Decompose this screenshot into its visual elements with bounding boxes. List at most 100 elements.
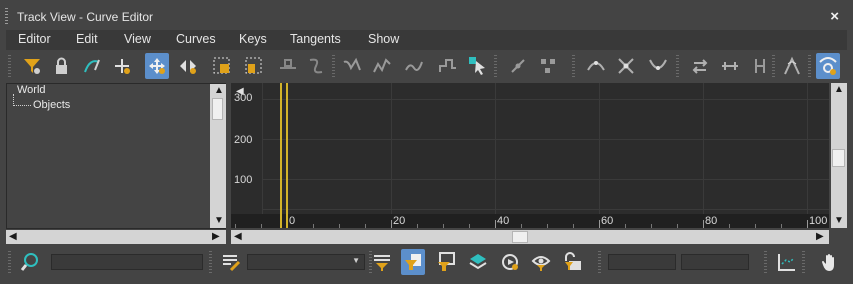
key-stats-icon [819, 57, 837, 75]
tree-horizontal-scrollbar[interactable]: ◀ ▶ [6, 230, 226, 244]
minor-tick [729, 224, 730, 228]
time-slider-current[interactable] [286, 83, 288, 228]
scroll-thumb[interactable] [832, 149, 845, 167]
time-slider-start[interactable] [280, 83, 282, 228]
minor-tick [755, 224, 756, 228]
scroll-left-arrow-icon[interactable]: ◀ [234, 232, 242, 242]
step-tangent-button[interactable] [436, 53, 460, 79]
scale-values-button[interactable] [242, 53, 266, 79]
unlocked-filter-button[interactable] [561, 249, 585, 275]
isolate-curve-button[interactable] [718, 53, 742, 79]
reduce-keys-button[interactable] [276, 53, 300, 79]
grid-line [599, 83, 600, 214]
y-tick-label: 200 [234, 134, 253, 146]
filter-selected-button[interactable] [370, 249, 394, 275]
scroll-left-arrow-icon[interactable]: ◀ [9, 232, 17, 242]
move-keys-button[interactable] [145, 53, 169, 79]
minor-tick [781, 224, 782, 228]
track-set-dropdown[interactable]: ▼ [247, 254, 365, 270]
graph-horizontal-scrollbar[interactable]: ◀ ▶ [231, 230, 829, 244]
out-of-range-icon [649, 59, 667, 70]
frame-field[interactable] [608, 254, 676, 270]
tree-connector [13, 105, 31, 106]
tree-vertical-scrollbar[interactable]: ▲ ▼ [210, 84, 226, 228]
lock-selection-icon [56, 57, 67, 74]
toolbar-separator [764, 251, 767, 273]
toolbar-separator [494, 55, 497, 77]
lock-selection-button[interactable] [50, 53, 74, 79]
scroll-down-arrow-icon[interactable]: ▼ [834, 216, 844, 226]
draw-curves-icon [84, 59, 100, 73]
isolate-curve-icon [722, 62, 738, 70]
menu-view[interactable]: View [124, 32, 151, 46]
drag-grip-icon[interactable] [5, 8, 8, 24]
visible-filter-button[interactable] [529, 249, 553, 275]
slide-keys-button[interactable] [176, 53, 200, 79]
move-keys-icon [149, 58, 165, 74]
grid-line [391, 83, 392, 214]
track-list-button[interactable] [219, 249, 243, 275]
value-field[interactable] [681, 254, 749, 270]
spline-tangent-button[interactable] [340, 53, 364, 79]
snap-frames-icon [692, 59, 708, 74]
graph-vertical-scrollbar[interactable]: ▲ ▼ [831, 83, 847, 228]
draw-curves-button[interactable] [80, 53, 104, 79]
show-tangents-button[interactable] [748, 53, 772, 79]
visible-filter-icon [531, 256, 551, 271]
key-stats-button[interactable] [816, 53, 840, 79]
tree-item-objects[interactable]: Objects [33, 99, 70, 111]
show-objects-button[interactable] [498, 249, 522, 275]
window-title: Track View - Curve Editor [17, 10, 154, 24]
scroll-thumb[interactable] [512, 231, 528, 243]
x-tick-label: 80 [705, 215, 718, 227]
minor-tick [677, 224, 678, 228]
zoom-search-button[interactable] [18, 249, 42, 275]
tree-item-world[interactable]: World [17, 84, 46, 96]
y-tick-label: 100 [234, 174, 253, 186]
scroll-up-arrow-icon[interactable]: ▲ [214, 86, 224, 96]
unify-tangents-button[interactable] [614, 53, 638, 79]
smooth-tangent-button[interactable] [536, 53, 560, 79]
grid-line [807, 83, 808, 214]
title-bar[interactable]: Track View - Curve Editor × [0, 0, 853, 32]
scroll-up-arrow-icon[interactable]: ▲ [834, 85, 844, 95]
layers-button[interactable] [466, 249, 490, 275]
break-tangents-button[interactable] [584, 53, 608, 79]
scale-keys-button[interactable] [210, 53, 234, 79]
scroll-thumb[interactable] [212, 98, 223, 120]
close-icon[interactable]: × [830, 8, 839, 25]
snap-frames-button[interactable] [688, 53, 712, 79]
menu-keys[interactable]: Keys [239, 32, 267, 46]
toolbar-separator [598, 251, 601, 273]
linear-tangent-button[interactable] [506, 53, 530, 79]
menu-edit[interactable]: Edit [76, 32, 98, 46]
scroll-right-arrow-icon[interactable]: ▶ [816, 232, 824, 242]
time-ruler[interactable]: 0 20 40 60 80 100 [231, 214, 829, 228]
track-name-field[interactable] [51, 254, 203, 270]
filter-animated-icon [405, 254, 421, 270]
controller-tree[interactable]: World Objects ▲ ▼ [6, 83, 226, 229]
minor-tick [261, 224, 262, 228]
slow-tangent-icon [405, 61, 423, 71]
menu-show[interactable]: Show [368, 32, 399, 46]
fast-tangent-button[interactable] [370, 53, 394, 79]
add-key-button[interactable] [110, 53, 134, 79]
y-tick-label: 300 [234, 92, 253, 104]
filter-keyframes-button[interactable] [434, 249, 458, 275]
scroll-right-arrow-icon[interactable]: ▶ [212, 232, 220, 242]
out-of-range-button[interactable] [646, 53, 670, 79]
frame-graph-button[interactable] [774, 249, 798, 275]
grid-line [262, 83, 263, 214]
menu-tangents[interactable]: Tangents [290, 32, 341, 46]
filter-button[interactable] [20, 53, 44, 79]
select-cursor-button[interactable] [466, 53, 490, 79]
slow-tangent-button[interactable] [402, 53, 426, 79]
auto-tangent-button[interactable] [304, 53, 328, 79]
menu-editor[interactable]: Editor [18, 32, 51, 46]
menu-curves[interactable]: Curves [176, 32, 216, 46]
pan-hand-button[interactable] [818, 249, 842, 275]
show-curves-button[interactable] [780, 53, 804, 79]
scroll-down-arrow-icon[interactable]: ▼ [214, 216, 224, 226]
filter-animated-button[interactable] [401, 249, 425, 275]
curve-graph[interactable]: ◀ 300 200 100 0 20 40 60 80 100 [231, 83, 829, 228]
